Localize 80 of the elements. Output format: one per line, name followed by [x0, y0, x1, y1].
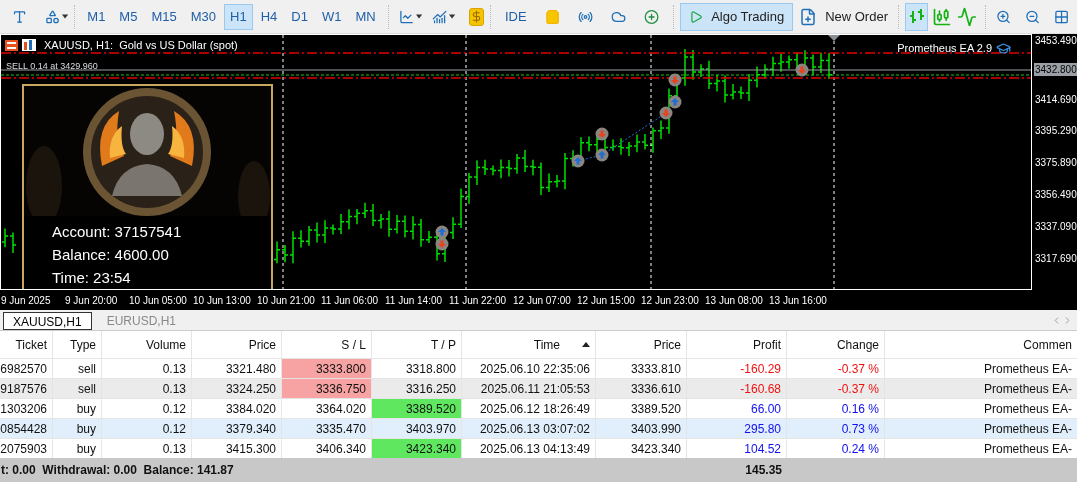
position-row[interactable]: 6982570 sell 0.13 3321.480 3333.800 3318.800 2025.06.10 22:35:06 3333.810 -160.29 -0.37 % Prometheus EA-: [0, 358, 1077, 378]
time-label: 9 Jun 2025: [1, 294, 51, 308]
table-cell-text: Prometheus EA-: [982, 440, 1073, 458]
ide-button[interactable]: IDE: [496, 3, 535, 30]
sell-marker-icon: [595, 127, 609, 141]
chart-icon: [22, 39, 36, 52]
caret-icon[interactable]: [448, 14, 455, 19]
column-header[interactable]: Commen: [885, 331, 1077, 358]
time-label: 12 Jun 07:00: [513, 294, 571, 308]
table-cell: 3336.750: [282, 379, 372, 398]
info-text: Time: 23:54: [52, 268, 132, 288]
time-label: 11 Jun 14:00: [385, 294, 443, 308]
timeframe-button[interactable]: W1: [315, 3, 348, 30]
table-cell-text: Prometheus EA-: [982, 420, 1073, 438]
position-row[interactable]: 2075903 buy 0.13 3415.300 3406.340 3423.340 2025.06.13 04:13:49 3423.340 104.52 0.24 % Prometheus EA-: [0, 438, 1077, 458]
balance-summary: t: 0.00 Withdrawal: 0.00 Balance: 141.87: [0, 462, 235, 479]
table-cell-text: Prometheus EA-: [982, 380, 1073, 398]
chart-mode-button[interactable]: [905, 2, 929, 31]
expert-label: Prometheus EA 2.9: [897, 41, 992, 56]
new-order-button[interactable]: New Order: [795, 2, 892, 31]
timeframe-button[interactable]: M5: [113, 3, 144, 30]
time-label: 10 Jun 05:00: [129, 294, 187, 308]
table-cell: 3389.520: [372, 399, 462, 418]
new-document-icon: [799, 7, 818, 26]
buy-marker-icon: [435, 225, 449, 239]
timeframe-button[interactable]: D1: [285, 3, 314, 30]
price-label: 3432.800: [1034, 63, 1077, 76]
buy-marker-icon: [595, 148, 609, 162]
price-label: 3375.890: [1034, 156, 1077, 169]
time-label: 9 Jun 20:00: [65, 294, 118, 308]
chart-shift-icon[interactable]: [828, 35, 840, 41]
timeframe-button[interactable]: M30: [184, 3, 222, 30]
sell-marker-icon: [659, 106, 673, 120]
position-row[interactable]: 1303206 buy 0.12 3384.020 3364.020 3389.520 2025.06.12 18:26:49 3389.520 66.00 0.16 % Prometheus EA-: [0, 398, 1077, 418]
sell-marker-icon: [435, 237, 449, 251]
time-label: 10 Jun 13:00: [193, 294, 251, 308]
graduation-cap-icon: [996, 40, 1011, 56]
table-cell-text: Prometheus EA-: [982, 360, 1073, 378]
line-chart-icon: [956, 6, 977, 27]
time-label: 13 Jun 08:00: [705, 294, 763, 308]
algo-trading-button[interactable]: Algo Trading: [680, 2, 794, 31]
candlestick-icon: [931, 6, 952, 27]
price-label: 3337.090: [1034, 220, 1077, 233]
info-text: Account: 37157541: [52, 222, 183, 242]
price-label: 3356.490: [1034, 188, 1077, 201]
time-label: 12 Jun 23:00: [641, 294, 699, 308]
sell-marker-icon: [668, 73, 682, 87]
timeframe-button[interactable]: M1: [81, 3, 112, 30]
caret-icon[interactable]: [62, 14, 69, 19]
time-label: 13 Jun 16:00: [769, 294, 827, 308]
time-label: 11 Jun 22:00: [449, 294, 507, 308]
play-icon: [689, 9, 704, 24]
price-label: 3453.490: [1034, 34, 1077, 47]
price-label: 3317.690: [1034, 252, 1077, 265]
order-label: SELL 0.14 at 3429.960: [6, 62, 98, 71]
dollar-icon[interactable]: [468, 7, 484, 26]
caret-icon[interactable]: [415, 14, 422, 19]
price-label: 3414.690: [1034, 93, 1077, 106]
buy-marker-icon: [571, 154, 585, 168]
sell-marker-icon: [795, 63, 809, 77]
position-row[interactable]: 0854428 buy 0.12 3379.340 3335.470 3403.970 2025.06.13 03:07:02 3403.990 295.80 0.73 % Prometheus EA-: [0, 418, 1077, 438]
table-cell: 3333.800: [282, 359, 372, 378]
time-label: 10 Jun 21:00: [257, 294, 315, 308]
buy-marker-icon: [668, 95, 682, 109]
timeframe-button[interactable]: H1: [224, 3, 253, 30]
chart-title: XAUUSD, H1: Gold vs US Dollar (spot): [44, 38, 238, 53]
timeframe-button[interactable]: M15: [145, 3, 183, 30]
menu-icon[interactable]: [5, 39, 18, 51]
table-cell: 3423.340: [372, 439, 462, 458]
time-label: 11 Jun 06:00: [321, 294, 379, 308]
sort-ascending-icon: [582, 342, 590, 347]
timeframe-button[interactable]: MN: [349, 3, 382, 30]
time-label: 12 Jun 15:00: [577, 294, 635, 308]
chart-tab[interactable]: XAUUSD,H1: [3, 312, 92, 330]
position-row[interactable]: 9187576 sell 0.13 3324.250 3336.750 3316.250 2025.06.11 21:05:53 3336.610 -160.68 -0.37 % Prometheus EA-: [0, 378, 1077, 398]
info-text: Balance: 4600.00: [52, 245, 170, 265]
timeframe-button[interactable]: H4: [254, 3, 284, 30]
price-label: 3395.290: [1034, 124, 1077, 137]
total-profit: 145.35: [744, 462, 783, 479]
table-cell-text: Prometheus EA-: [982, 400, 1073, 418]
